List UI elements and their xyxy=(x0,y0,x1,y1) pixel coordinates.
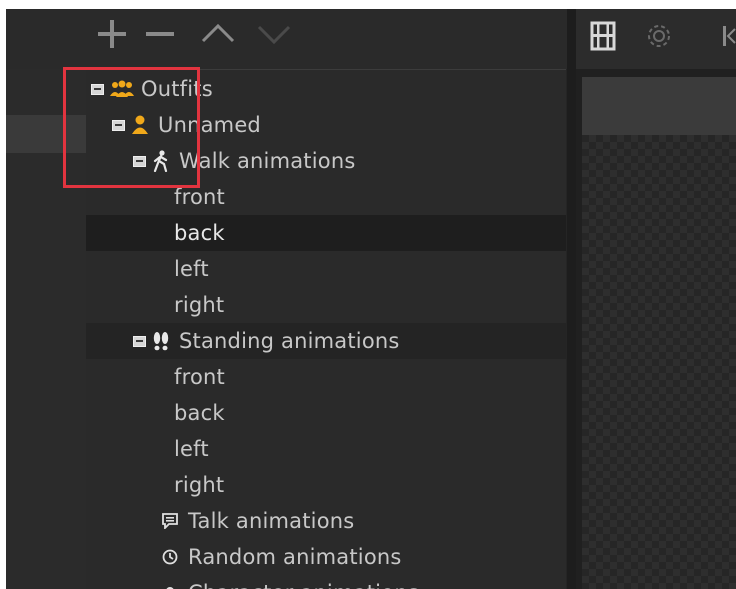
skip-back-icon[interactable] xyxy=(722,25,736,51)
tree-item-label: back xyxy=(174,221,225,245)
tree-item-label: left xyxy=(174,437,209,461)
chevron-down-icon xyxy=(257,25,291,45)
tree-item-walk-front[interactable]: front xyxy=(86,179,566,215)
panel-splitter[interactable] xyxy=(567,9,576,589)
tree-item-label: back xyxy=(174,401,225,425)
tree-item-label: right xyxy=(174,473,225,497)
plus-icon xyxy=(98,20,126,48)
preview-panel xyxy=(576,9,736,589)
tree-item-label: front xyxy=(174,365,225,389)
left-panel-selected-row[interactable] xyxy=(6,115,86,153)
tree-item-walk-animations[interactable]: Walk animations xyxy=(86,143,566,179)
tree-item-walk-left[interactable]: left xyxy=(86,251,566,287)
preview-canvas[interactable] xyxy=(582,135,736,589)
tree-item-walk-right[interactable]: right xyxy=(86,287,566,323)
collapse-toggle[interactable] xyxy=(91,83,104,95)
preview-toolbar xyxy=(576,9,736,69)
tree-item-label: Walk animations xyxy=(179,149,356,173)
tree-item-stand-front[interactable]: front xyxy=(86,359,566,395)
tree-item-label: Character animations xyxy=(188,581,419,589)
collapse-toggle[interactable] xyxy=(133,335,146,347)
tree-item-label: Talk animations xyxy=(188,509,355,533)
film-icon[interactable] xyxy=(590,21,616,55)
tree-item-label: right xyxy=(174,293,225,317)
add-button[interactable] xyxy=(94,17,130,51)
tree-item-stand-back[interactable]: back xyxy=(86,395,566,431)
preview-header xyxy=(582,77,736,135)
tree-toolbar xyxy=(6,9,571,69)
tree-item-label: left xyxy=(174,257,209,281)
collapse-toggle[interactable] xyxy=(133,155,146,167)
tree-item-label: Standing animations xyxy=(179,329,400,353)
person-icon xyxy=(130,114,150,136)
tree-item-label: Unnamed xyxy=(158,113,261,137)
tree-item-label: Outfits xyxy=(141,77,213,101)
gear-icon[interactable] xyxy=(646,23,672,53)
tree-item-walk-back[interactable]: back xyxy=(86,215,566,251)
tree-item-stand-left[interactable]: left xyxy=(86,431,566,467)
collapse-toggle[interactable] xyxy=(112,119,125,131)
tree-item-outfits[interactable]: Outfits xyxy=(86,71,566,107)
speech-bubble-icon xyxy=(160,510,180,532)
app-window: Outfits Unnamed Walk animations front ba… xyxy=(6,9,736,589)
move-up-button[interactable] xyxy=(200,17,236,51)
tree-item-random-animations[interactable]: Random animations xyxy=(86,539,566,575)
footprints-icon xyxy=(151,330,171,352)
tree-item-unnamed[interactable]: Unnamed xyxy=(86,107,566,143)
tree-item-label: Random animations xyxy=(188,545,402,569)
remove-button[interactable] xyxy=(142,17,178,51)
tree-item-label: front xyxy=(174,185,225,209)
tree-item-standing-animations[interactable]: Standing animations xyxy=(86,323,566,359)
person-icon xyxy=(160,582,180,589)
chevron-up-icon xyxy=(201,23,235,43)
left-panel xyxy=(6,69,87,589)
walking-person-icon xyxy=(151,150,171,172)
move-down-button[interactable] xyxy=(256,17,292,51)
group-icon xyxy=(109,78,135,100)
tree-item-stand-right[interactable]: right xyxy=(86,467,566,503)
clock-icon xyxy=(160,546,180,568)
minus-icon xyxy=(146,32,174,36)
tree-item-character-animations[interactable]: Character animations xyxy=(86,575,566,589)
tree-item-talk-animations[interactable]: Talk animations xyxy=(86,503,566,539)
